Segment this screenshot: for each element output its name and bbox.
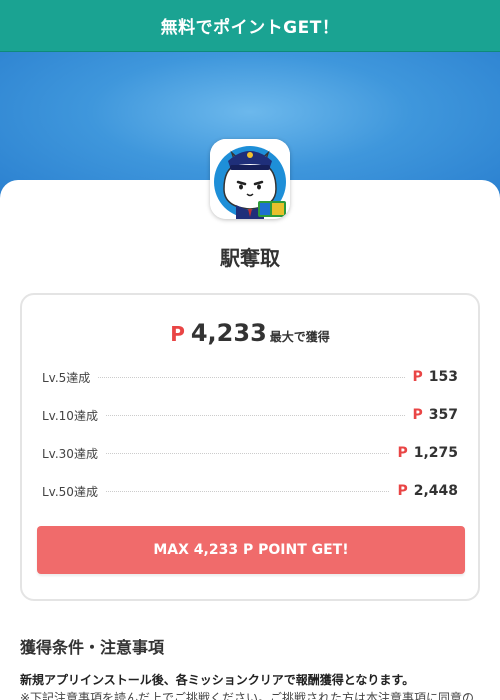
level-points: 357 [428,407,458,423]
dotted-leader [105,414,405,416]
point-mark: P [170,322,185,346]
header-title: 無料でポイントGET！ [160,18,340,38]
app-icon [210,139,290,219]
reward-card: P 4,233 最大で獲得 Lv.5達成 P 153 Lv.10達成 P 357 L… [20,293,480,601]
level-row: Lv.30達成 P 1,275 [42,443,458,463]
level-points: 1,275 [413,445,458,461]
max-reward: P 4,233 最大で獲得 [22,319,478,347]
dotted-leader [98,376,405,378]
level-row: Lv.5達成 P 153 [42,367,458,387]
max-reward-suffix: 最大で獲得 [269,330,330,344]
level-points: 2,448 [413,483,458,499]
header-bar: 無料でポイントGET！ [0,0,500,52]
level-points: 153 [428,369,458,385]
point-mark: P [412,407,423,423]
point-mark: P [412,369,423,385]
point-mark: P [397,483,408,499]
point-mark: P [397,445,408,461]
level-row: Lv.10達成 P 357 [42,405,458,425]
conditions-text: 新規アプリインストール後、各ミッションクリアで報酬獲得となります。 [20,673,415,687]
level-label: Lv.5達成 [42,370,91,385]
point-get-button[interactable]: MAX 4,233 P POINT GET! [37,526,465,574]
app-title: 駅奪取 [220,246,280,270]
level-label: Lv.50達成 [42,484,98,499]
dotted-leader [105,490,390,492]
cat-police-icon [210,139,290,219]
level-label: Lv.10達成 [42,408,98,423]
dotted-leader [105,452,390,454]
level-row: Lv.50達成 P 2,448 [42,481,458,501]
level-label: Lv.30達成 [42,446,98,461]
max-reward-value: 4,233 [190,319,267,347]
conditions-note: ※下記注意事項を読んだ上でご挑戦ください。ご挑戦された方は本注意事項に同意の [20,691,475,700]
conditions-heading: 獲得条件・注意事項 [20,638,165,657]
